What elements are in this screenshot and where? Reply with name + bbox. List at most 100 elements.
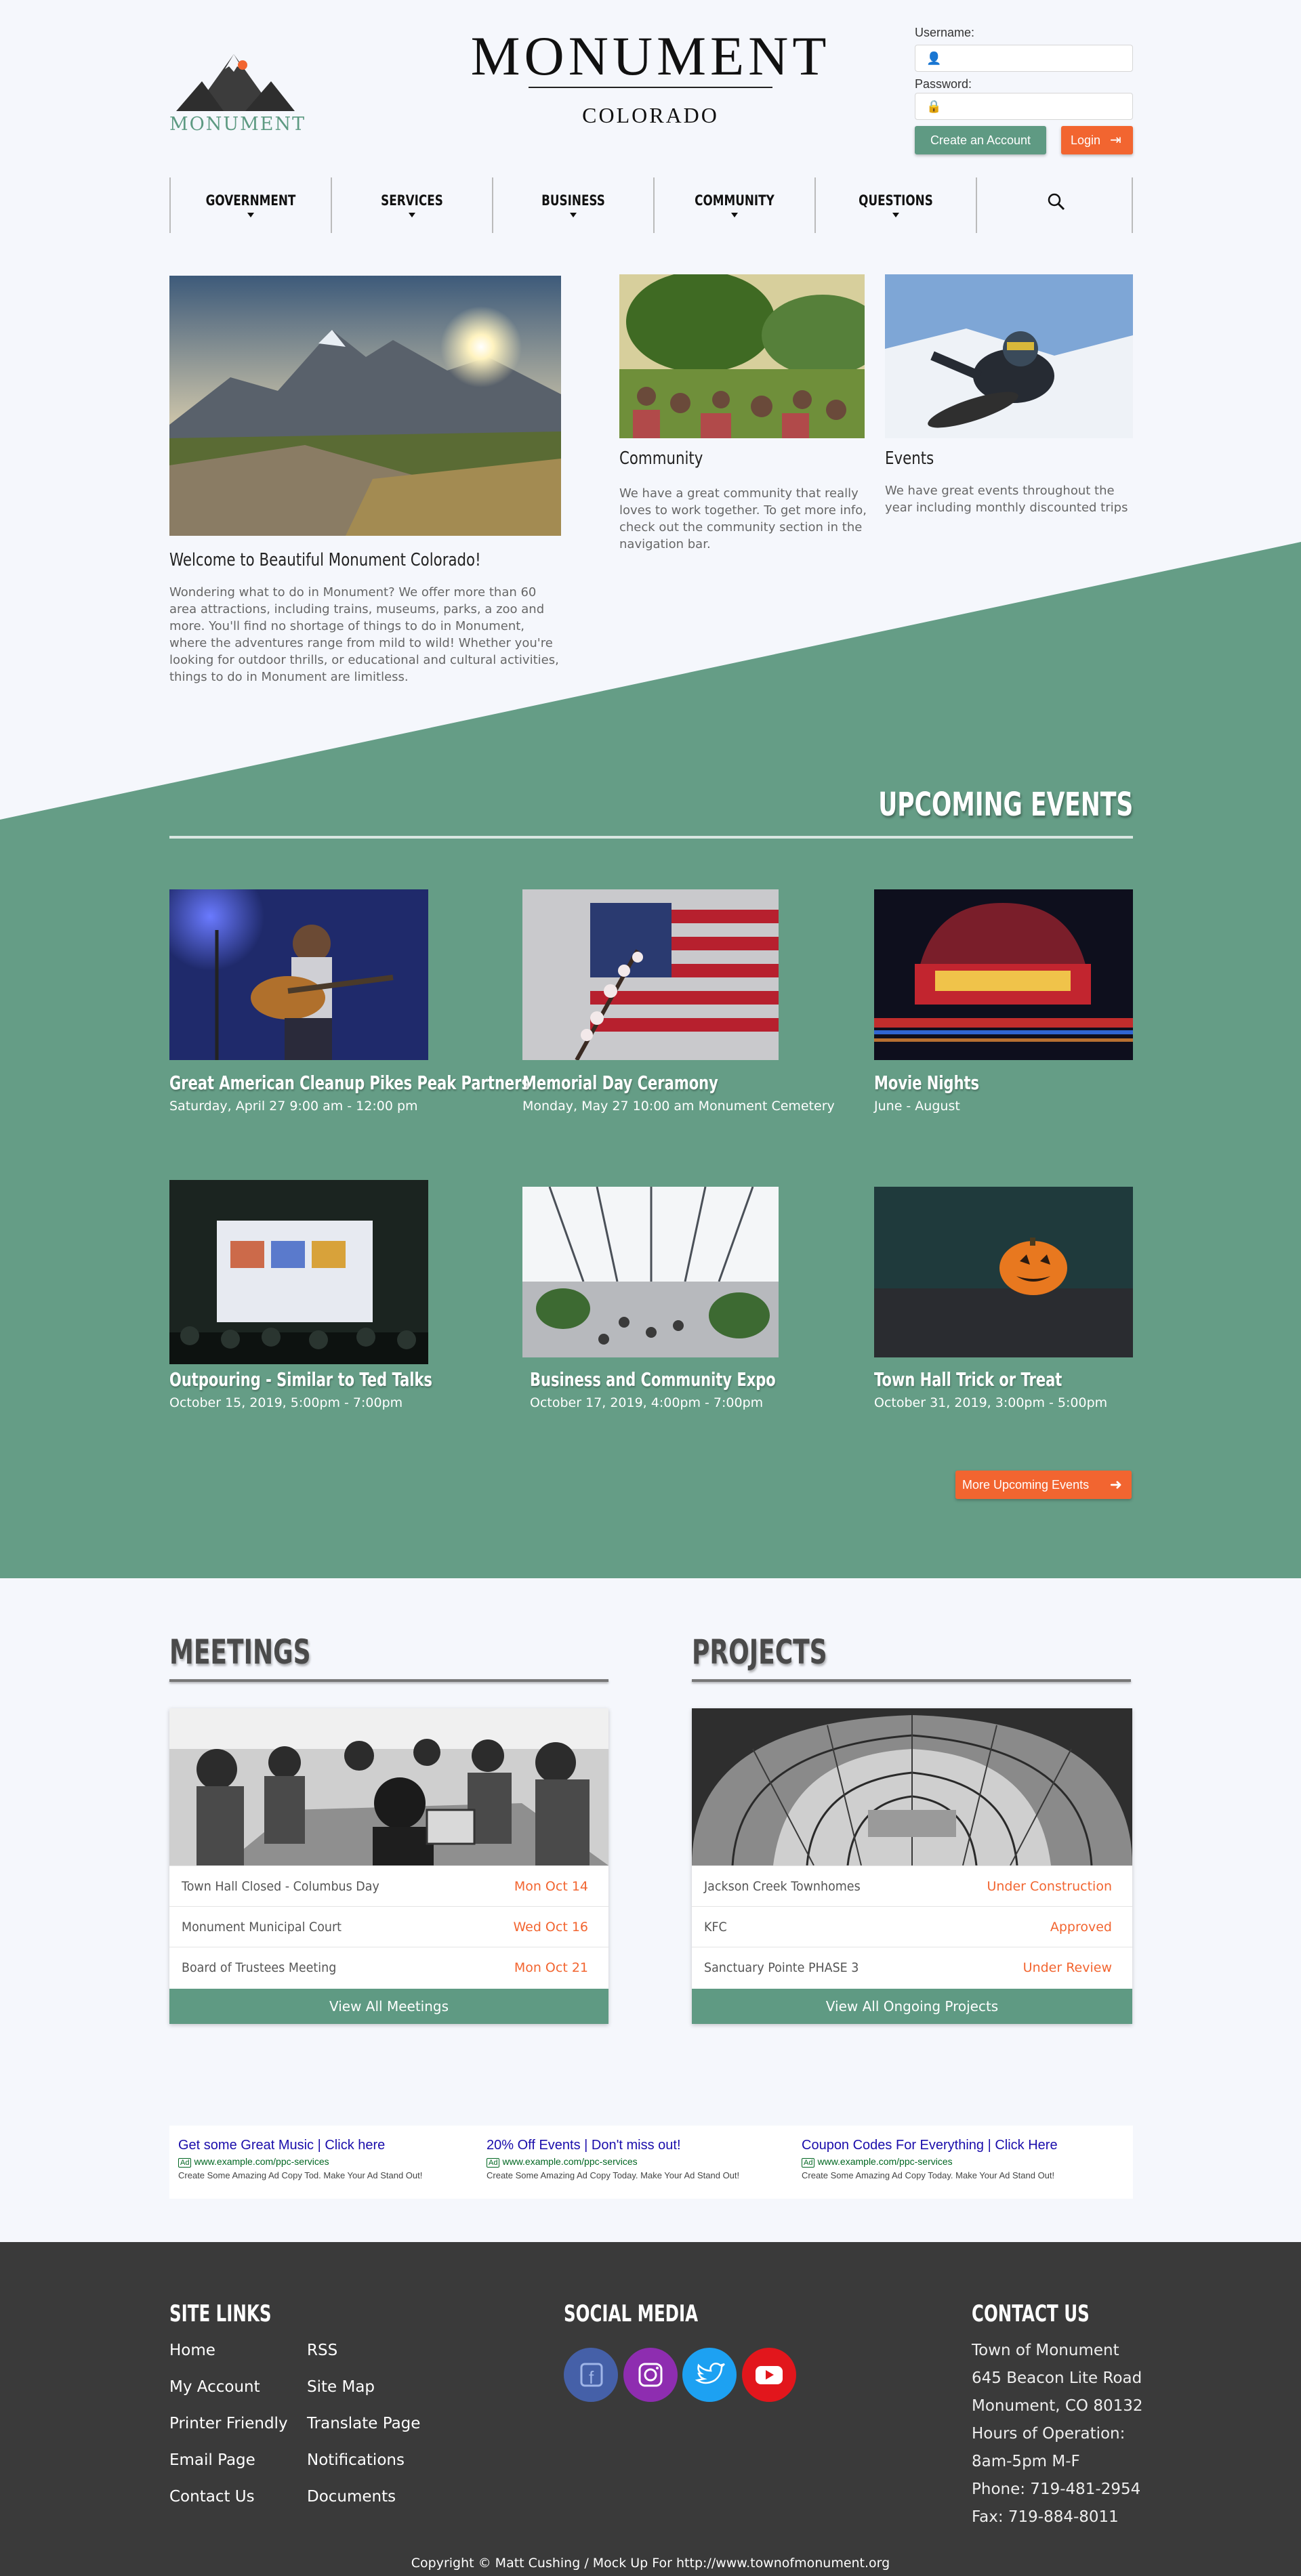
footer-link-site-map[interactable]: Site Map	[307, 2378, 375, 2396]
event-title[interactable]: Town Hall Trick or Treat	[874, 1368, 1062, 1391]
dropdown-arrow-icon	[409, 213, 415, 217]
event-title[interactable]: Business and Community Expo	[530, 1368, 776, 1391]
footer-link-home[interactable]: Home	[169, 2342, 215, 2359]
ad-banner: Get some Great Music | Click here Ad www.…	[169, 2126, 1133, 2199]
username-field[interactable]: 👤	[915, 45, 1133, 72]
ad-badge: Ad	[802, 2158, 815, 2168]
contact-fax: Fax: 719-884-8011	[972, 2508, 1119, 2526]
meeting-row[interactable]: Board of Trustees Meeting Mon Oct 21	[169, 1947, 608, 1987]
nav-business[interactable]: BUSINESS	[492, 177, 653, 233]
twitter-icon[interactable]	[682, 2348, 737, 2402]
event-image-cleanup[interactable]	[169, 889, 428, 1060]
ad-badge: Ad	[178, 2158, 192, 2168]
project-row[interactable]: KFC Approved	[692, 1906, 1132, 1947]
instagram-icon[interactable]	[623, 2348, 678, 2402]
events-image	[885, 274, 1133, 438]
contact-us-title: CONTACT US	[972, 2300, 1090, 2327]
projects-card: Jackson Creek Townhomes Under Constructio…	[692, 1708, 1132, 2024]
view-all-meetings-button[interactable]: View All Meetings	[169, 1989, 608, 2024]
ad-url: www.example.com/ppc-services	[817, 2156, 953, 2167]
ad-title[interactable]: Coupon Codes For Everything | Click Here	[802, 2138, 1058, 2153]
site-title: MONUMENT	[470, 25, 831, 87]
event-title[interactable]: Memorial Day Ceramony	[522, 1072, 718, 1094]
login-button[interactable]: Login ⇥	[1061, 126, 1133, 154]
events-text: We have great events throughout the year…	[885, 484, 1128, 515]
meetings-image	[169, 1708, 608, 1865]
meeting-row[interactable]: Town Hall Closed - Columbus Day Mon Oct 1…	[169, 1865, 608, 1906]
ad-url: www.example.com/ppc-services	[502, 2156, 638, 2167]
nav-services[interactable]: SERVICES	[331, 177, 492, 233]
meeting-row[interactable]: Monument Municipal Court Wed Oct 16	[169, 1906, 608, 1947]
ad-url: www.example.com/ppc-services	[194, 2156, 329, 2167]
events-title[interactable]: Events	[885, 448, 934, 469]
meetings-card: Town Hall Closed - Columbus Day Mon Oct 1…	[169, 1708, 608, 2024]
nav-government[interactable]: GOVERNMENT	[169, 177, 331, 233]
youtube-icon[interactable]	[742, 2348, 796, 2402]
more-events-button[interactable]: More Upcoming Events ➜	[955, 1471, 1132, 1499]
projects-image	[692, 1708, 1132, 1865]
footer-link-contact-us[interactable]: Contact Us	[169, 2488, 255, 2506]
event-image-outpouring[interactable]	[169, 1180, 428, 1364]
meetings-divider	[169, 1679, 608, 1682]
upcoming-divider	[169, 836, 1133, 839]
project-row[interactable]: Jackson Creek Townhomes Under Constructio…	[692, 1865, 1132, 1906]
event-title[interactable]: Movie Nights	[874, 1072, 979, 1094]
more-events-label: More Upcoming Events	[962, 1478, 1090, 1492]
mountain-logo-icon	[176, 54, 295, 111]
event-date: October 31, 2019, 3:00pm - 5:00pm	[874, 1395, 1108, 1410]
dropdown-arrow-icon	[731, 213, 738, 217]
event-title[interactable]: Great American Cleanup Pikes Peak Partne…	[169, 1072, 530, 1094]
search-icon	[1048, 193, 1065, 211]
community-text: We have a great community that really lo…	[619, 486, 867, 551]
event-date: October 17, 2019, 4:00pm - 7:00pm	[530, 1395, 764, 1410]
event-date: Saturday, April 27 9:00 am - 12:00 pm	[169, 1099, 418, 1114]
footer-link-notifications[interactable]: Notifications	[307, 2451, 405, 2469]
svg-text:f: f	[589, 2367, 594, 2388]
ad-title[interactable]: 20% Off Events | Don't miss out!	[487, 2138, 739, 2153]
upcoming-events-title: UPCOMING EVENTS	[877, 786, 1133, 824]
arrow-right-icon: ➜	[1109, 1476, 1122, 1493]
ad-item[interactable]: Coupon Codes For Everything | Click Here…	[802, 2138, 1058, 2180]
ad-item[interactable]: 20% Off Events | Don't miss out! Ad www.e…	[487, 2138, 739, 2180]
event-image-memorial-day[interactable]	[522, 889, 779, 1060]
dropdown-arrow-icon	[892, 213, 899, 217]
ad-item[interactable]: Get some Great Music | Click here Ad www.…	[178, 2138, 422, 2180]
create-account-button[interactable]: Create an Account	[915, 126, 1046, 154]
footer-link-my-account[interactable]: My Account	[169, 2378, 260, 2396]
community-title[interactable]: Community	[619, 448, 703, 469]
view-all-projects-button[interactable]: View All Ongoing Projects	[692, 1989, 1132, 2024]
meetings-title: MEETINGS	[169, 1632, 311, 1672]
footer-link-email-page[interactable]: Email Page	[169, 2451, 255, 2469]
dropdown-arrow-icon	[247, 213, 254, 217]
event-image-expo[interactable]	[522, 1187, 779, 1357]
ad-description: Create Some Amazing Ad Copy Today. Make …	[487, 2170, 740, 2180]
event-title[interactable]: Outpouring - Similar to Ted Talks	[169, 1368, 432, 1391]
event-image-movie-nights[interactable]	[874, 889, 1133, 1060]
hero-title: Welcome to Beautiful Monument Colorado!	[169, 550, 481, 570]
nav-search[interactable]	[976, 177, 1133, 233]
site-links-title: SITE LINKS	[169, 2300, 272, 2327]
contact-line: 645 Beacon Lite Road	[972, 2369, 1142, 2387]
main-nav: GOVERNMENT SERVICES BUSINESS COMMUNITY Q…	[169, 177, 1133, 233]
hero-mountain-image	[169, 276, 561, 536]
ad-description: Create Some Amazing Ad Copy Tod. Make Yo…	[178, 2170, 423, 2180]
ad-title[interactable]: Get some Great Music | Click here	[178, 2138, 422, 2153]
password-label: Password:	[915, 77, 972, 91]
footer-link-printer-friendly[interactable]: Printer Friendly	[169, 2415, 288, 2432]
footer-link-documents[interactable]: Documents	[307, 2488, 396, 2506]
nav-community[interactable]: COMMUNITY	[653, 177, 814, 233]
site-logo[interactable]: MONUMENT	[169, 49, 304, 135]
copyright: Copyright © Matt Cushing / Mock Up For h…	[411, 2556, 890, 2571]
project-row[interactable]: Sanctuary Pointe PHASE 3 Under Review	[692, 1947, 1132, 1987]
facebook-icon[interactable]: f	[564, 2348, 618, 2402]
login-label: Login	[1071, 133, 1101, 147]
nav-questions[interactable]: QUESTIONS	[814, 177, 976, 233]
footer-link-rss[interactable]: RSS	[307, 2342, 337, 2359]
contact-phone: Phone: 719-481-2954	[972, 2480, 1141, 2498]
contact-line: 8am-5pm M-F	[972, 2453, 1080, 2470]
title-divider	[529, 87, 772, 88]
footer-link-translate-page[interactable]: Translate Page	[307, 2415, 420, 2432]
event-image-trick-or-treat[interactable]	[874, 1187, 1133, 1357]
lock-icon: 🔒	[926, 100, 942, 113]
password-field[interactable]: 🔒	[915, 93, 1133, 120]
